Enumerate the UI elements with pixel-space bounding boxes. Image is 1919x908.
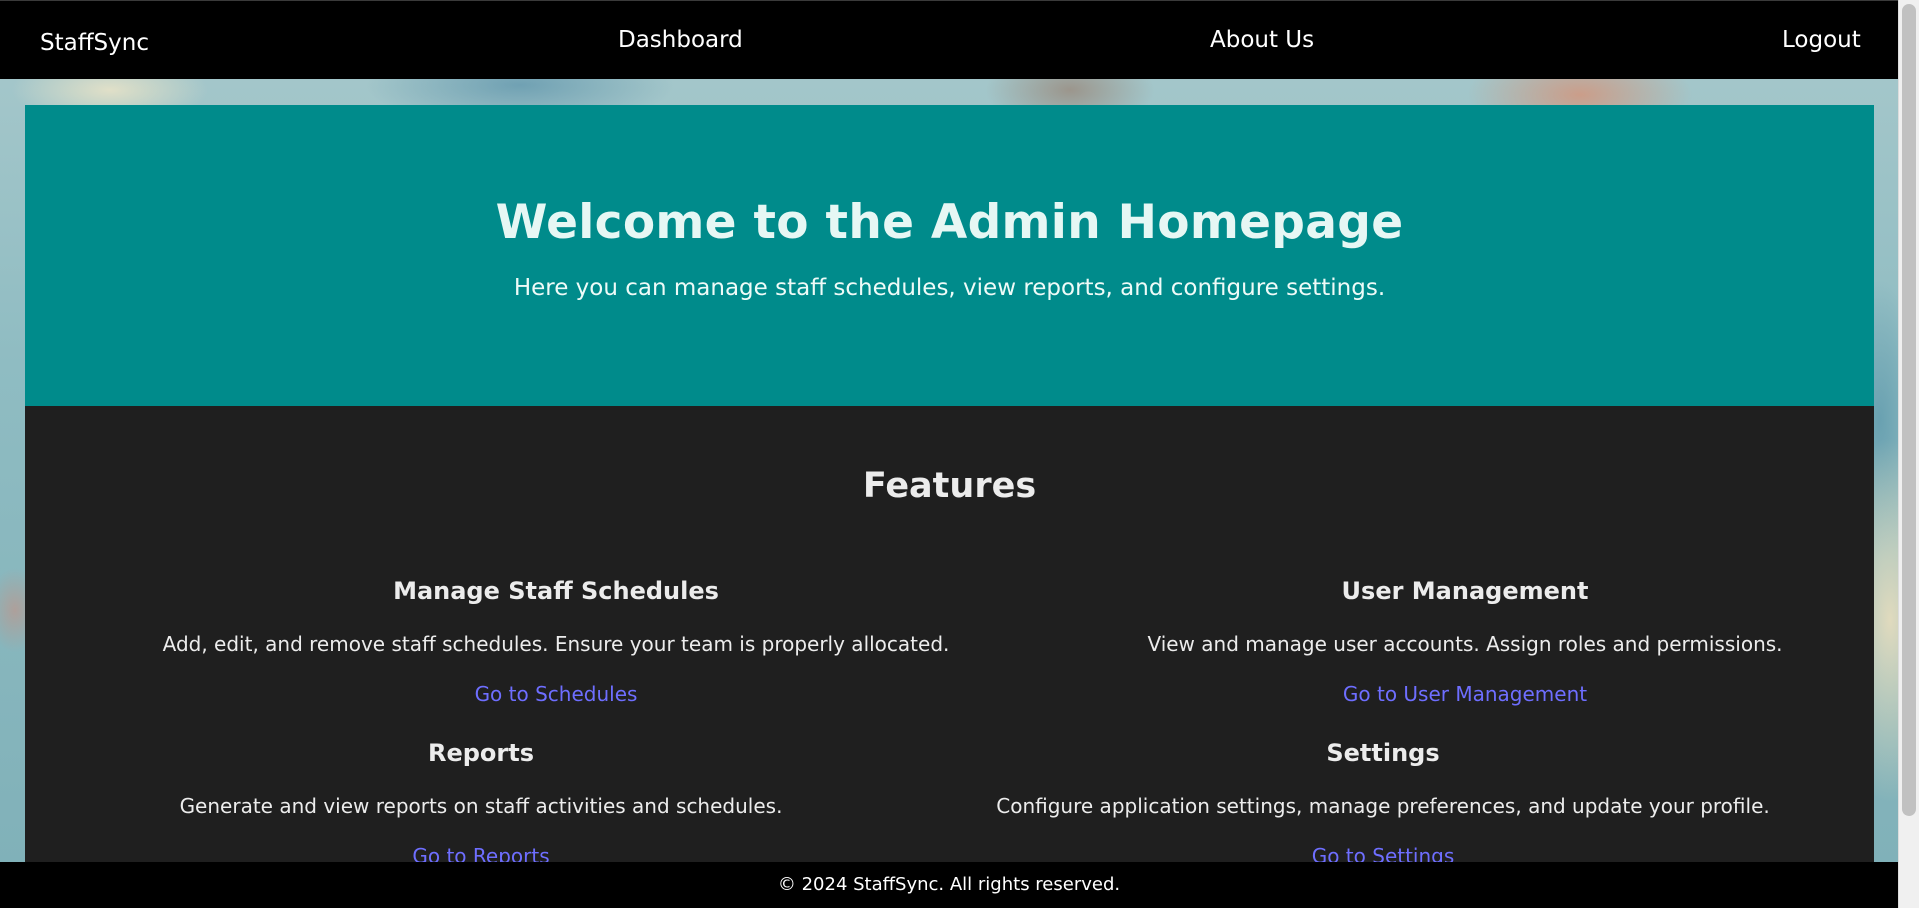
hero-section: Welcome to the Admin Homepage Here you c… xyxy=(25,105,1874,406)
feature-title: Reports xyxy=(427,739,535,767)
footer-copyright: © 2024 StaffSync. All rights reserved. xyxy=(777,874,1121,895)
nav-link-about-us[interactable]: About Us xyxy=(1210,27,1314,53)
feature-card-reports: Reports Generate and view reports on sta… xyxy=(121,738,841,869)
top-navbar: StaffSync Dashboard About Us Logout xyxy=(0,0,1898,79)
go-to-schedules-link[interactable]: Go to Schedules xyxy=(475,681,638,707)
feature-description: View and manage user accounts. Assign ro… xyxy=(1147,632,1783,656)
feature-card-user-management: User Management View and manage user acc… xyxy=(1085,576,1845,707)
hero-subtitle: Here you can manage staff schedules, vie… xyxy=(513,275,1386,301)
page-footer: © 2024 StaffSync. All rights reserved. xyxy=(0,862,1898,908)
nav-link-dashboard[interactable]: Dashboard xyxy=(618,27,743,53)
feature-description: Add, edit, and remove staff schedules. E… xyxy=(162,632,950,656)
vertical-scrollbar[interactable] xyxy=(1898,0,1919,908)
go-to-user-management-link[interactable]: Go to User Management xyxy=(1343,681,1587,707)
feature-title: Settings xyxy=(1326,739,1440,767)
hero-title: Welcome to the Admin Homepage xyxy=(495,195,1404,250)
feature-card-schedules: Manage Staff Schedules Add, edit, and re… xyxy=(121,576,991,707)
feature-title: Manage Staff Schedules xyxy=(393,577,719,605)
nav-link-logout[interactable]: Logout xyxy=(1782,27,1861,53)
scrollbar-thumb[interactable] xyxy=(1902,4,1916,816)
features-heading: Features xyxy=(862,466,1037,506)
feature-card-settings: Settings Configure application settings,… xyxy=(933,738,1833,869)
feature-title: User Management xyxy=(1341,577,1589,605)
feature-description: Configure application settings, manage p… xyxy=(996,794,1770,818)
features-section: Features Manage Staff Schedules Add, edi… xyxy=(25,406,1874,876)
feature-description: Generate and view reports on staff activ… xyxy=(179,794,783,818)
brand-logo-link[interactable]: StaffSync xyxy=(40,30,149,56)
